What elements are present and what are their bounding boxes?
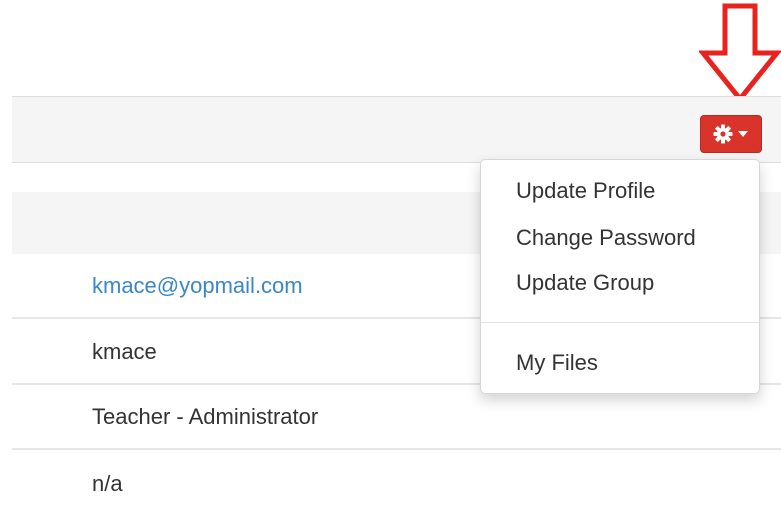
role-value: Teacher - Administrator	[92, 404, 319, 429]
menu-item-my-files[interactable]: My Files	[516, 350, 598, 376]
email-link[interactable]: kmace@yopmail.com	[92, 273, 303, 299]
settings-dropdown-button[interactable]	[700, 115, 762, 153]
menu-item-change-password[interactable]: Change Password	[516, 225, 696, 251]
table-row-role: Teacher - Administrator	[12, 386, 781, 450]
username-value: kmace	[92, 339, 157, 364]
menu-item-update-group[interactable]: Update Group	[516, 270, 654, 296]
menu-divider	[481, 322, 759, 323]
settings-dropdown-menu: Update Profile Change Password Update Gr…	[480, 159, 760, 394]
table-row-other: n/a	[12, 452, 781, 514]
panel-header	[12, 96, 781, 163]
menu-item-update-profile[interactable]: Update Profile	[516, 178, 655, 204]
down-arrow-icon	[699, 3, 781, 103]
caret-down-icon	[738, 131, 748, 137]
gear-icon	[713, 124, 733, 144]
other-value: n/a	[92, 471, 123, 496]
